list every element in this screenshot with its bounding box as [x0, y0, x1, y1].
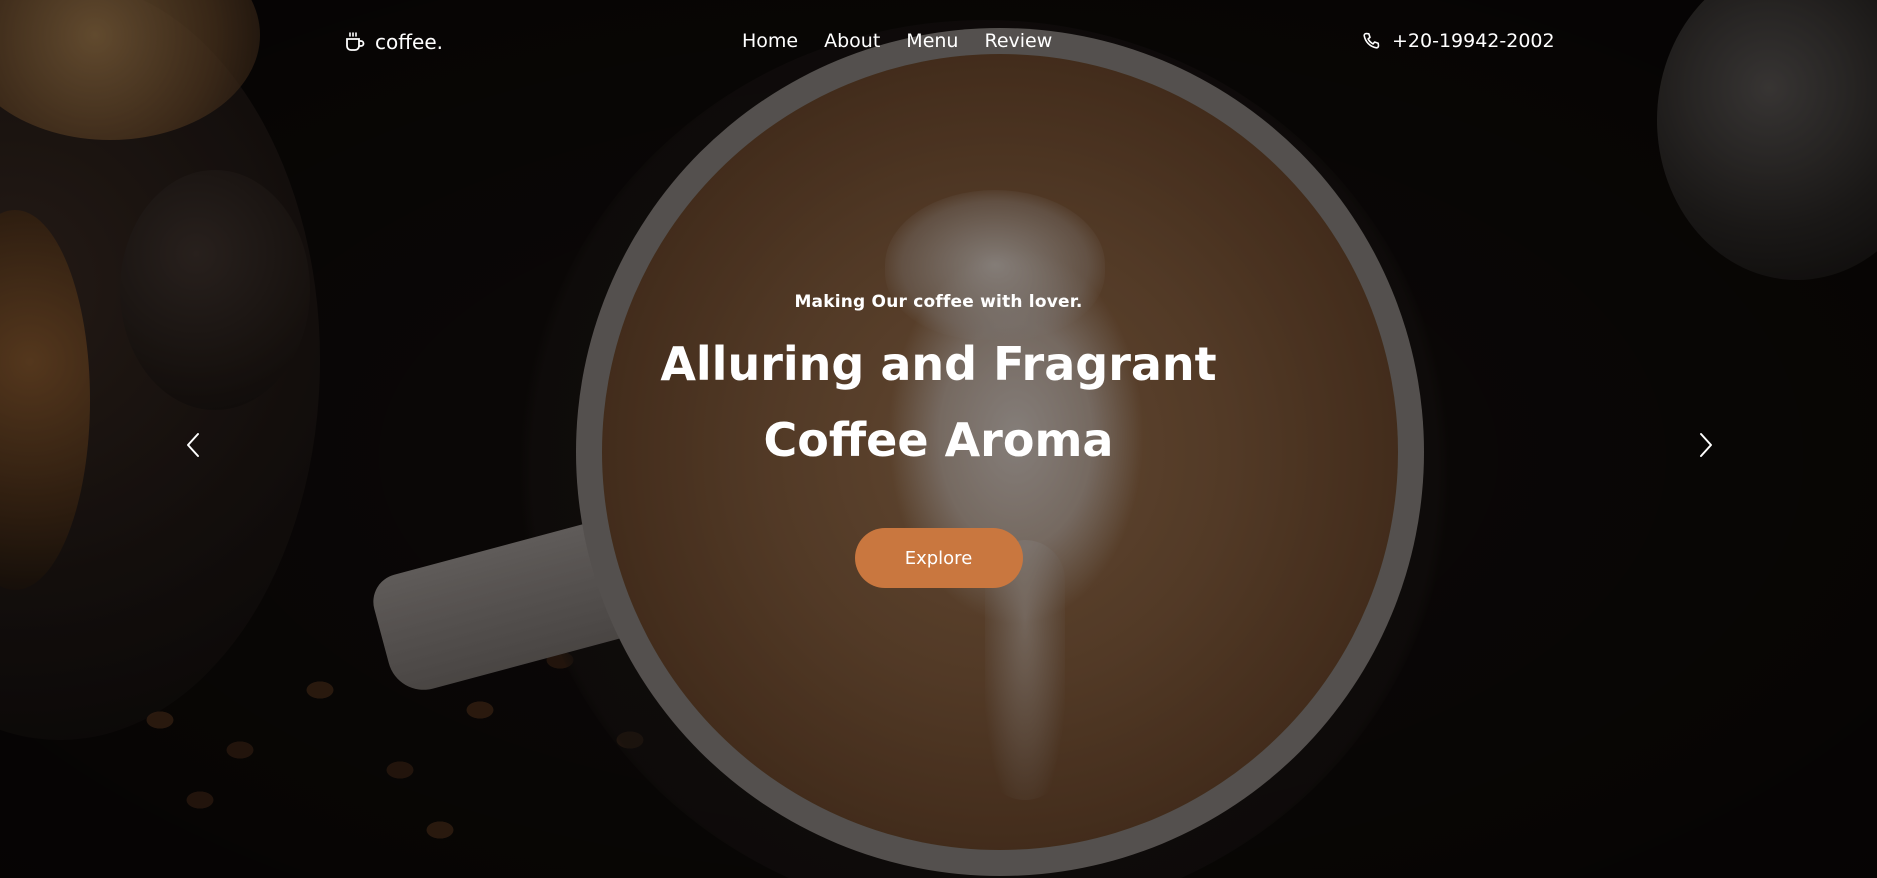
brand-name: coffee. [375, 30, 443, 54]
phone-icon [1361, 31, 1381, 51]
hero-headline: Alluring and Fragrant Coffee Aroma [0, 326, 1877, 478]
hero-headline-line-2: Coffee Aroma [763, 413, 1114, 467]
site-header: coffee. Home About Menu Review +20-19942… [0, 0, 1877, 88]
main-navigation: Home About Menu Review [742, 30, 1052, 52]
hero-content: Making Our coffee with lover. Alluring a… [0, 292, 1877, 588]
nav-item-home[interactable]: Home [742, 30, 798, 52]
nav-item-menu[interactable]: Menu [906, 30, 958, 52]
hero-headline-line-1: Alluring and Fragrant [660, 337, 1217, 391]
nav-item-about[interactable]: About [824, 30, 880, 52]
phone-number: +20-19942-2002 [1392, 30, 1555, 52]
brand-logo[interactable]: coffee. [344, 30, 443, 54]
phone-contact[interactable]: +20-19942-2002 [1361, 30, 1555, 52]
coffee-cup-icon [344, 31, 366, 53]
explore-button[interactable]: Explore [854, 528, 1023, 588]
hero-tagline: Making Our coffee with lover. [794, 292, 1083, 312]
nav-item-review[interactable]: Review [984, 30, 1052, 52]
hero-section: coffee. Home About Menu Review +20-19942… [0, 0, 1877, 878]
